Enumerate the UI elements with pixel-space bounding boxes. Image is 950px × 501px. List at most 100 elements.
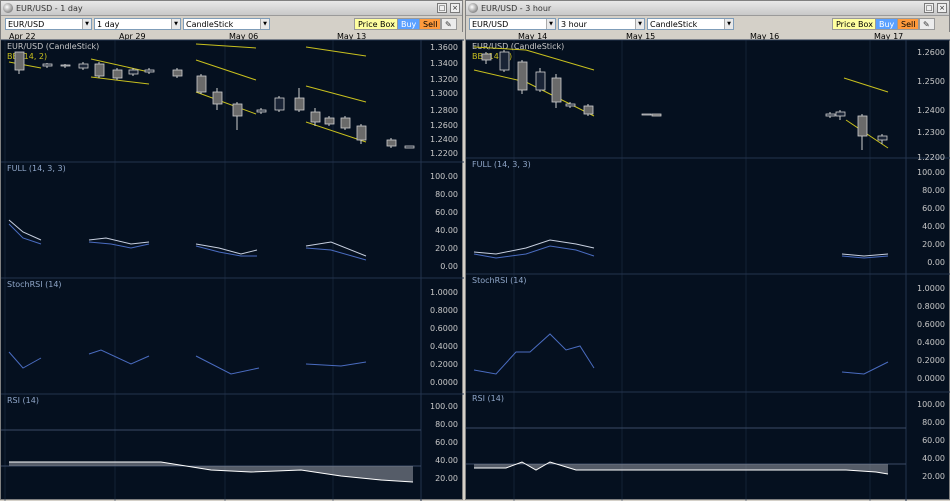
candle-body bbox=[404, 145, 415, 149]
candle-body bbox=[356, 125, 367, 141]
price-tick-label: 1.2400 bbox=[430, 135, 458, 144]
candle-body bbox=[835, 111, 846, 117]
candle-body bbox=[294, 97, 305, 111]
full-stochastic-label: FULL (14, 3, 3) bbox=[7, 164, 66, 173]
full-tick-label: 40.00 bbox=[435, 226, 458, 235]
price-tick-label: 1.2500 bbox=[917, 77, 945, 86]
candle-body bbox=[340, 117, 351, 129]
rsi-tick-label: 40.00 bbox=[922, 454, 945, 463]
rsi-tick-label: 60.00 bbox=[435, 438, 458, 447]
candle-body bbox=[310, 111, 321, 123]
app-icon bbox=[3, 3, 13, 13]
candle-body bbox=[232, 103, 243, 117]
price-tick-label: 1.2400 bbox=[917, 106, 945, 115]
close-icon[interactable]: × bbox=[450, 3, 460, 13]
sell-button[interactable]: Sell bbox=[897, 18, 920, 30]
interval-select[interactable]: 3 hour ▼ bbox=[558, 18, 645, 30]
bollinger-band-line bbox=[8, 61, 42, 69]
symbol-value: EUR/USD bbox=[8, 20, 45, 29]
price-tick-label: 1.2800 bbox=[430, 106, 458, 115]
price-tick-label: 1.3200 bbox=[430, 75, 458, 84]
chevron-down-icon[interactable]: ▼ bbox=[546, 19, 555, 29]
chevron-down-icon[interactable]: ▼ bbox=[171, 19, 180, 29]
candle-body bbox=[212, 91, 223, 105]
symbol-select[interactable]: EUR/USD ▼ bbox=[469, 18, 556, 30]
candle-body bbox=[565, 103, 576, 107]
chart-canvas: Apr 22 Apr 29 May 06 May 13EUR/USD (CandleS… bbox=[1, 32, 464, 501]
maximize-icon[interactable]: □ bbox=[437, 3, 447, 13]
symbol-value: EUR/USD bbox=[472, 20, 509, 29]
pencil-icon[interactable]: ✎ bbox=[919, 18, 935, 30]
buy-button[interactable]: Buy bbox=[397, 18, 421, 30]
full-d-line bbox=[8, 223, 42, 245]
chevron-down-icon[interactable]: ▼ bbox=[260, 19, 269, 29]
stochrsi-line bbox=[88, 349, 150, 365]
stochrsi-tick-label: 0.6000 bbox=[917, 320, 945, 329]
chart-window-daily: EUR/USD - 1 day □ × EUR/USD ▼ 1 day ▼ Ca… bbox=[0, 0, 464, 501]
stochrsi-line bbox=[8, 351, 42, 369]
candle-body bbox=[583, 105, 594, 115]
stochrsi-tick-label: 0.4000 bbox=[917, 338, 945, 347]
candle-body bbox=[274, 97, 285, 111]
chevron-down-icon[interactable]: ▼ bbox=[82, 19, 91, 29]
price-box-button[interactable]: Price Box bbox=[832, 18, 877, 30]
chart-area[interactable]: Apr 22 Apr 29 May 06 May 13 EUR/USD (CandleS… bbox=[1, 32, 464, 501]
close-icon[interactable]: × bbox=[937, 3, 947, 13]
full-tick-label: 20.00 bbox=[922, 240, 945, 249]
stochrsi-tick-label: 0.2000 bbox=[917, 356, 945, 365]
rsi-fill-area bbox=[9, 462, 413, 482]
stochrsi-tick-label: 1.0000 bbox=[917, 284, 945, 293]
interval-select[interactable]: 1 day ▼ bbox=[94, 18, 181, 30]
chart-style-value: CandleStick bbox=[186, 20, 234, 29]
candle-body bbox=[641, 113, 652, 116]
full-tick-label: 60.00 bbox=[435, 208, 458, 217]
maximize-icon[interactable]: □ bbox=[924, 3, 934, 13]
chevron-down-icon[interactable]: ▼ bbox=[635, 19, 644, 29]
chart-style-select[interactable]: CandleStick ▼ bbox=[183, 18, 270, 30]
candle-body bbox=[256, 109, 267, 113]
full-d-line bbox=[305, 247, 367, 261]
stochrsi-line bbox=[473, 333, 595, 375]
interval-value: 1 day bbox=[97, 20, 120, 29]
bollinger-band-line bbox=[305, 85, 367, 103]
candle-body bbox=[825, 113, 836, 117]
full-tick-label: 80.00 bbox=[435, 190, 458, 199]
chevron-down-icon[interactable]: ▼ bbox=[724, 19, 733, 29]
window-titlebar[interactable]: EUR/USD - 3 hour □ × bbox=[466, 1, 949, 16]
bollinger-band-line bbox=[843, 77, 889, 93]
price-tick-label: 1.2600 bbox=[430, 121, 458, 130]
bollinger-band-line bbox=[305, 46, 367, 57]
bollinger-band-line bbox=[195, 43, 257, 49]
window-titlebar[interactable]: EUR/USD - 1 day □ × bbox=[1, 1, 462, 16]
chart-toolbar: EUR/USD ▼ 3 hour ▼ CandleStick ▼ Price B… bbox=[466, 16, 949, 32]
buy-button[interactable]: Buy bbox=[875, 18, 899, 30]
stochrsi-tick-label: 0.8000 bbox=[917, 302, 945, 311]
sell-button[interactable]: Sell bbox=[419, 18, 442, 30]
full-tick-label: 0.00 bbox=[440, 262, 458, 271]
full-tick-label: 60.00 bbox=[922, 204, 945, 213]
candle-body bbox=[877, 135, 888, 141]
rsi-tick-label: 60.00 bbox=[922, 436, 945, 445]
full-d-line bbox=[473, 245, 595, 259]
price-box-button[interactable]: Price Box bbox=[354, 18, 399, 30]
candle-body bbox=[128, 69, 139, 75]
rsi-tick-label: 80.00 bbox=[435, 420, 458, 429]
chart-window-3hour: EUR/USD - 3 hour □ × EUR/USD ▼ 3 hour ▼ … bbox=[465, 0, 950, 501]
candle-body bbox=[172, 69, 183, 77]
candle-body bbox=[112, 69, 123, 79]
stochrsi-tick-label: 0.0000 bbox=[917, 374, 945, 383]
pencil-icon[interactable]: ✎ bbox=[441, 18, 457, 30]
full-tick-label: 0.00 bbox=[927, 258, 945, 267]
price-tick-label: 1.2200 bbox=[917, 153, 945, 162]
candle-body bbox=[517, 61, 528, 91]
candle-body bbox=[481, 53, 492, 61]
rsi-tick-label: 80.00 bbox=[922, 418, 945, 427]
rsi-tick-label: 20.00 bbox=[435, 474, 458, 483]
chart-style-select[interactable]: CandleStick ▼ bbox=[647, 18, 734, 30]
rsi-tick-label: 20.00 bbox=[922, 472, 945, 481]
full-k-line bbox=[841, 253, 889, 257]
stochrsi-label: StochRSI (14) bbox=[7, 280, 62, 289]
candle-body bbox=[42, 63, 53, 67]
symbol-select[interactable]: EUR/USD ▼ bbox=[5, 18, 92, 30]
chart-area[interactable]: May 14 May 15 May 16 May 17 EUR/USD (CandleS… bbox=[466, 32, 950, 501]
